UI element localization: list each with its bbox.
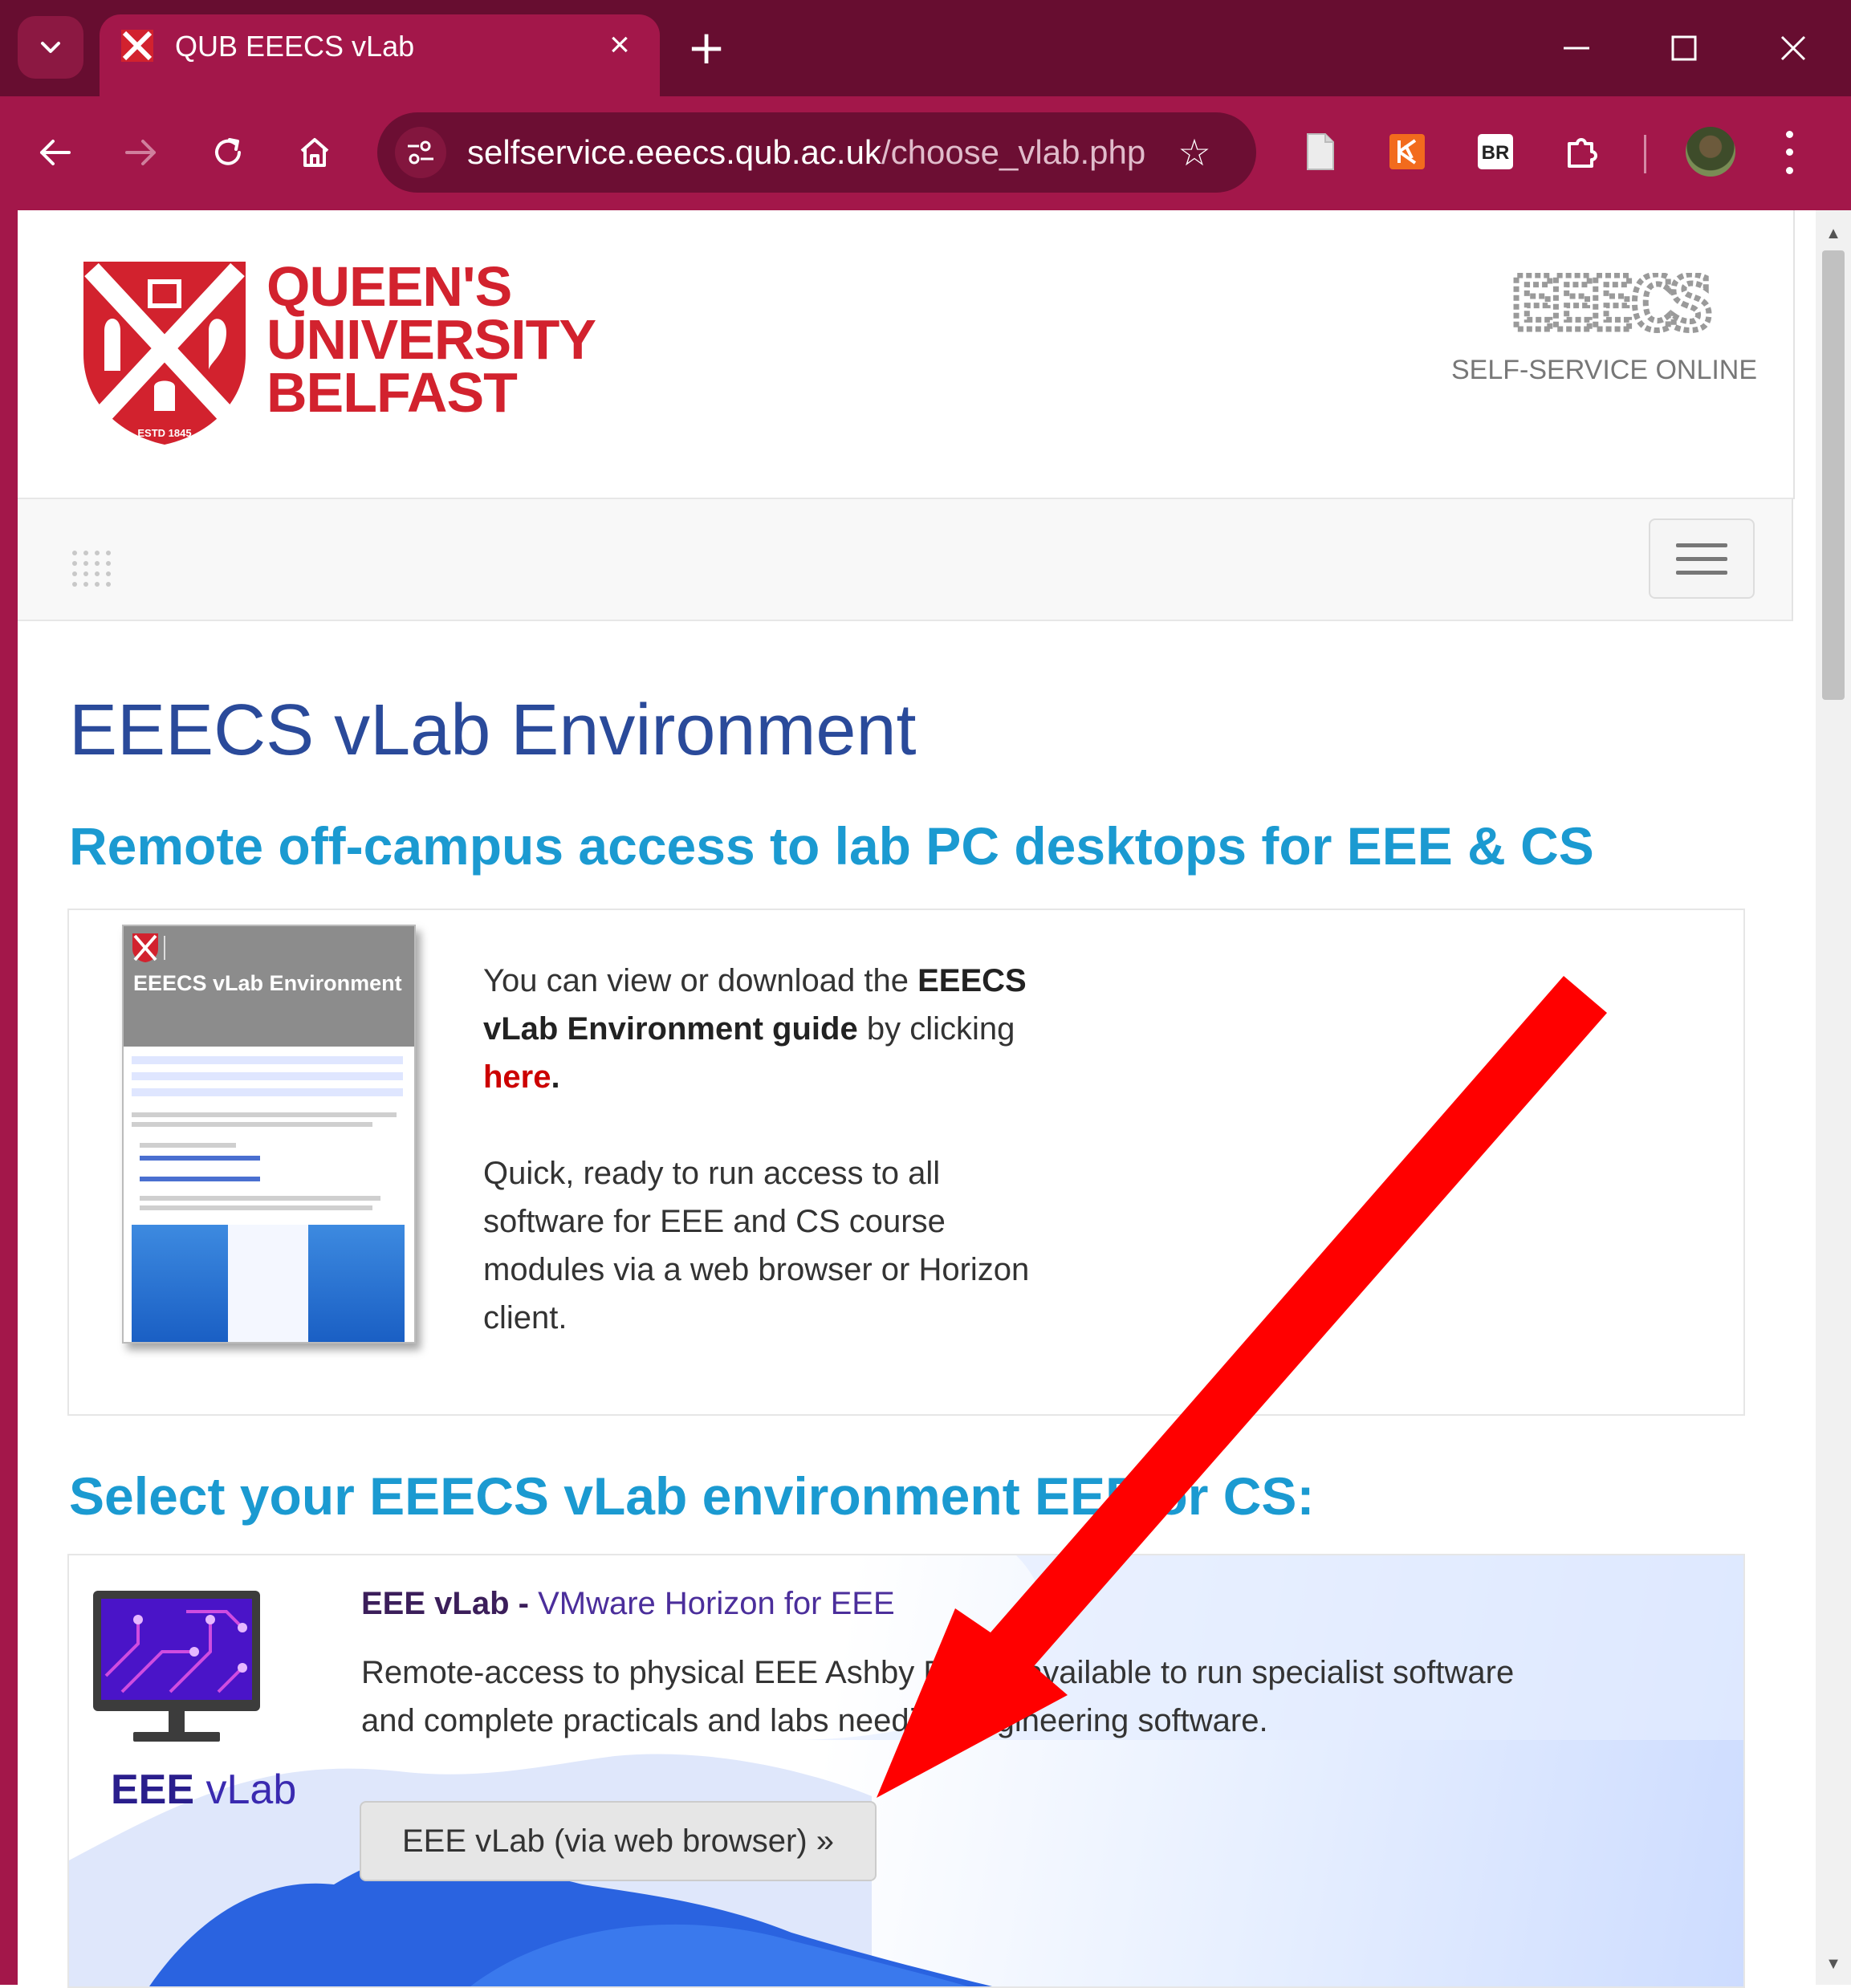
guide-thumb-line (132, 1072, 403, 1080)
guide-thumb-line (132, 1112, 397, 1117)
url-host: selfservice.eeecs.qub.ac.uk (467, 133, 881, 171)
guide-thumb-line (132, 1088, 403, 1096)
address-bar[interactable]: selfservice.eeecs.qub.ac.uk/choose_vlab.… (377, 112, 1256, 193)
forward-arrow-icon (125, 140, 156, 165)
orange-extension-icon (1389, 134, 1425, 169)
home-button[interactable] (286, 124, 344, 181)
eee-heading-sub: VMware Horizon for EEE (538, 1586, 895, 1621)
tab-close-icon[interactable]: × (597, 22, 642, 67)
document-icon (1307, 133, 1334, 170)
eee-logo-bold: EEE (111, 1766, 195, 1813)
br-extension-button[interactable]: BR (1471, 127, 1520, 177)
document-extension-button[interactable] (1296, 127, 1345, 177)
guide-thumb-line (140, 1177, 260, 1181)
qub-wordmark[interactable]: QUEEN'S UNIVERSITY BELFAST (266, 255, 596, 424)
profile-avatar[interactable] (1686, 127, 1735, 177)
eee-vlab-panel: EEE vLab EEE vLab - VMware Horizon for E… (67, 1554, 1745, 1988)
back-button[interactable] (26, 124, 83, 181)
minimize-button[interactable] (1544, 19, 1609, 77)
guide-thumb-line (140, 1205, 372, 1210)
browser-tab-active[interactable]: QUB EEECS vLab × (100, 14, 660, 96)
close-icon (1780, 35, 1806, 61)
tune-icon (408, 140, 433, 165)
eee-vlab-web-browser-button[interactable]: EEE vLab (via web browser) » (360, 1801, 877, 1881)
eee-vlab-logo: EEE vLab (111, 1766, 296, 1814)
url-path: /choose_vlab.php (881, 133, 1146, 171)
logo-line-3: BELFAST (266, 361, 518, 424)
guide-thumbnail-title: EEECS vLab Environment (133, 971, 402, 995)
close-window-button[interactable] (1761, 19, 1825, 77)
guide-thumb-line (140, 1196, 380, 1201)
svg-text:EEECS: EEECS (1511, 273, 1710, 337)
scrollbar-thumb[interactable] (1822, 250, 1845, 700)
svg-text:BR: BR (1482, 142, 1510, 164)
qub-crest-logo[interactable]: ESTD 1845 (80, 258, 249, 448)
site-header: ESTD 1845 QUEEN'S UNIVERSITY BELFAST EEE… (18, 210, 1795, 499)
more-menu-icon[interactable] (1769, 125, 1809, 180)
logo-line-2: UNIVERSITY (266, 308, 596, 371)
maximize-button[interactable] (1652, 19, 1716, 77)
remote-access-heading: Remote off-campus access to lab PC deskt… (69, 816, 1594, 876)
scroll-up-arrow-icon[interactable]: ▲ (1816, 222, 1851, 246)
scroll-down-arrow-icon[interactable]: ▼ (1816, 1952, 1851, 1976)
monitor-circuit-icon (93, 1591, 260, 1742)
guide-paragraph: You can view or download the EEECS vLab … (483, 957, 1061, 1101)
bookmark-star-icon[interactable]: ☆ (1172, 130, 1217, 175)
guide-thumb-line (140, 1143, 236, 1148)
toolbar-separator (1644, 135, 1646, 173)
qub-crest-mini-icon (132, 933, 158, 962)
grid-dots-icon (72, 551, 111, 587)
guide-thumb-image-mid (228, 1225, 308, 1342)
eee-logo-light: vLab (205, 1766, 297, 1813)
reload-icon (215, 138, 241, 165)
eee-heading-bold: EEE vLab - (361, 1586, 539, 1621)
guide-text-mid: by clicking (857, 1011, 1015, 1047)
guide-thumbnail[interactable]: EEECS vLab Environment (122, 925, 416, 1344)
background-cloud-graphic (69, 1555, 1743, 1986)
logo-line-1: QUEEN'S (266, 255, 512, 318)
maximize-icon (1671, 35, 1697, 61)
orange-extension-button[interactable] (1382, 127, 1432, 177)
eee-vlab-description: Remote-access to physical EEE Ashby PCs … (361, 1655, 1515, 1738)
select-environment-heading: Select your EEECS vLab environment EEE o… (69, 1466, 1315, 1526)
guide-paragraph-2: Quick, ready to run access to all softwa… (483, 1156, 1030, 1335)
guide-text-pre: You can view or download the (483, 963, 918, 998)
forward-button[interactable] (112, 124, 170, 181)
guide-download-link[interactable]: here (483, 1059, 551, 1095)
puzzle-icon (1568, 138, 1597, 168)
site-navbar (18, 498, 1793, 621)
minimize-icon (1564, 47, 1589, 50)
guide-panel: EEECS vLab Environment You can view or d… (67, 909, 1745, 1416)
browser-titlebar: QUB EEECS vLab × + (0, 0, 1851, 96)
back-arrow-icon (40, 140, 71, 165)
page-title: EEECS vLab Environment (69, 690, 917, 770)
guide-thumb-line (132, 1122, 372, 1127)
eeecs-dot-logo: EEECS (1507, 273, 1717, 337)
window-frame (0, 210, 18, 1985)
qub-favicon-icon (121, 30, 153, 62)
page-scrollbar[interactable]: ▲ ▼ (1816, 210, 1851, 1985)
eee-vlab-heading: EEE vLab - VMware Horizon for EEE (361, 1586, 895, 1622)
br-extension-icon: BR (1478, 134, 1513, 169)
new-tab-button[interactable]: + (682, 19, 730, 75)
tab-title: QUB EEECS vLab (175, 30, 415, 63)
guide-text-end: . (551, 1059, 560, 1095)
guide-description: You can view or download the EEECS vLab … (483, 957, 1061, 1390)
site-info-button[interactable] (395, 127, 446, 178)
self-service-caption: SELF-SERVICE ONLINE (1451, 355, 1758, 385)
svg-text:ESTD 1845: ESTD 1845 (137, 427, 191, 439)
guide-thumb-line (140, 1156, 260, 1161)
browser-toolbar: selfservice.eeecs.qub.ac.uk/choose_vlab.… (0, 96, 1851, 210)
home-icon (300, 138, 329, 167)
tab-search-button[interactable] (18, 16, 83, 79)
guide-thumb-line (132, 1056, 403, 1064)
url-text[interactable]: selfservice.eeecs.qub.ac.uk/choose_vlab.… (467, 132, 1145, 173)
guide-thumbnail-header: EEECS vLab Environment (124, 926, 414, 1047)
chevron-down-icon (41, 42, 60, 53)
hamburger-menu-button[interactable] (1649, 518, 1755, 599)
extensions-button[interactable] (1557, 127, 1607, 177)
guide-thumb-logo-divider (164, 936, 214, 960)
reload-button[interactable] (199, 124, 257, 181)
